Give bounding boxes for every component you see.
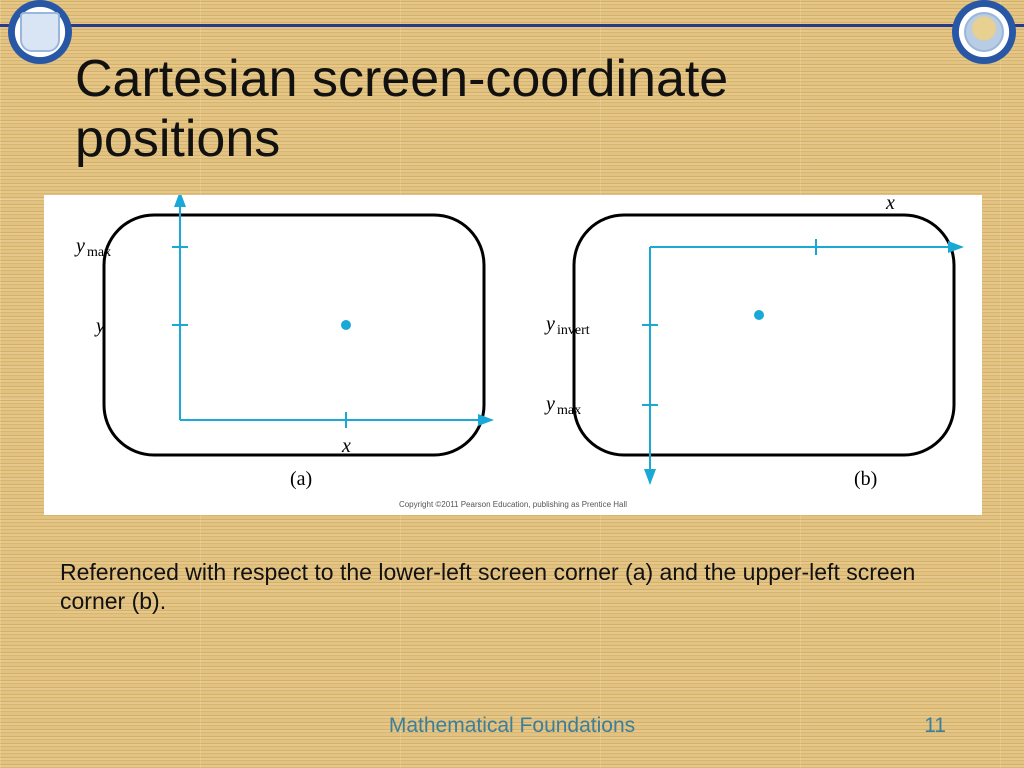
svg-text:x: x [341, 435, 351, 457]
svg-text:(a): (a) [290, 468, 312, 490]
slide-title: Cartesian screen-coordinate positions [75, 50, 895, 170]
svg-text:invert: invert [557, 323, 590, 338]
caption-text: Referenced with respect to the lower-lef… [60, 558, 960, 616]
svg-text:y: y [544, 313, 555, 335]
university-logo-right [952, 0, 1016, 64]
figure-copyright: Copyright ©2011 Pearson Education, publi… [44, 500, 982, 509]
svg-text:x: x [885, 195, 895, 214]
svg-text:y: y [74, 235, 85, 257]
svg-text:max: max [557, 403, 581, 418]
diagram-b: x y invert y max (b) [544, 195, 962, 490]
page-number: 11 [924, 714, 946, 738]
svg-text:(b): (b) [854, 468, 877, 490]
footer-title: Mathematical Foundations [0, 714, 1024, 738]
svg-text:y: y [94, 315, 105, 337]
university-logo-left [8, 0, 72, 64]
svg-text:max: max [87, 245, 111, 260]
top-rule [0, 24, 1024, 27]
figure-panel: y max y x (a) x y invert y max (b) [44, 195, 982, 515]
svg-text:y: y [544, 393, 555, 415]
diagram-a: y max y x (a) [74, 195, 492, 490]
